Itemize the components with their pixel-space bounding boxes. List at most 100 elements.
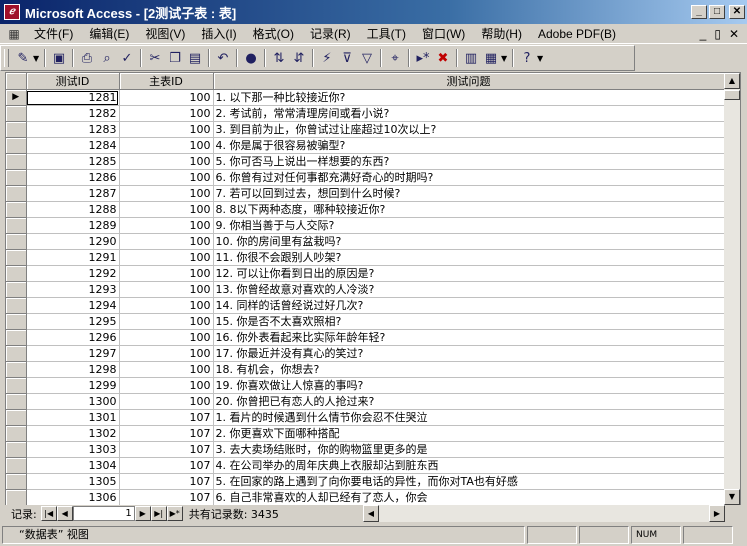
vertical-scrollbar[interactable]: ▲ ▼	[724, 73, 740, 505]
child-restore-button[interactable]: ▯	[714, 27, 721, 41]
menu-help[interactable]: 帮助(H)	[473, 25, 530, 42]
record-selector[interactable]: ▶	[6, 89, 27, 106]
close-button[interactable]: ✕	[729, 5, 745, 19]
cell-main-id[interactable]: 100	[119, 89, 214, 106]
table-row[interactable]: 1290 100 10. 你的房间里有盆栽吗?	[6, 233, 725, 250]
scroll-right-button[interactable]: ▶	[709, 505, 725, 522]
cell-test-id[interactable]: 1304	[26, 457, 120, 474]
record-selector[interactable]	[6, 489, 27, 505]
cell-test-id[interactable]: 1298	[26, 361, 120, 378]
sort-ascending-icon[interactable]: ⇅	[269, 48, 289, 68]
restore-button[interactable]: □	[709, 5, 725, 19]
paste-icon[interactable]: ▤	[185, 48, 205, 68]
cell-main-id[interactable]: 100	[119, 217, 214, 234]
cell-test-question[interactable]: 3. 到目前为止，你曾试过让座超过10次以上?	[213, 121, 725, 138]
database-window-icon[interactable]: ▥	[461, 48, 481, 68]
record-selector[interactable]	[6, 377, 27, 394]
help-icon[interactable]: ?	[517, 48, 537, 68]
current-record-input[interactable]	[72, 506, 135, 521]
cell-main-id[interactable]: 100	[119, 393, 214, 410]
table-row[interactable]: 1286 100 6. 你曾有过对任何事都充满好奇心的时期吗?	[6, 169, 725, 186]
table-row[interactable]: 1288 100 8. 8以下两种态度，哪种较接近你?	[6, 201, 725, 218]
access-key-icon[interactable]: ℯ	[4, 4, 20, 20]
cell-main-id[interactable]: 100	[119, 265, 214, 282]
cell-main-id[interactable]: 100	[119, 121, 214, 138]
cell-test-question[interactable]: 4. 你是属于很容易被骗型?	[213, 137, 725, 154]
record-selector[interactable]	[6, 201, 27, 218]
record-selector[interactable]	[6, 297, 27, 314]
cell-test-id[interactable]: 1290	[26, 233, 120, 250]
cell-main-id[interactable]: 107	[119, 473, 214, 490]
print-icon[interactable]: ⎙	[77, 48, 97, 68]
cell-test-question[interactable]: 16. 你外表看起来比实际年龄年轻?	[213, 329, 725, 346]
table-row[interactable]: 1304 107 4. 在公司举办的周年庆典上衣服却沾到脏东西	[6, 457, 725, 474]
cell-test-id[interactable]: 1300	[26, 393, 120, 410]
table-row[interactable]: 1285 100 5. 你可否马上说出一样想要的东西?	[6, 153, 725, 170]
record-selector[interactable]	[6, 105, 27, 122]
cell-test-question[interactable]: 14. 同样的话曾经说过好几次?	[213, 297, 725, 314]
copy-icon[interactable]: ❐	[165, 48, 185, 68]
record-selector[interactable]	[6, 185, 27, 202]
cell-main-id[interactable]: 100	[119, 105, 214, 122]
cell-test-id[interactable]: 1292	[26, 265, 120, 282]
cell-main-id[interactable]: 100	[119, 297, 214, 314]
table-row[interactable]: 1301 107 1. 看片的时候遇到什么情节你会忍不住哭泣	[6, 409, 725, 426]
last-record-button[interactable]: ▶|	[150, 506, 167, 521]
menu-view[interactable]: 视图(V)	[137, 25, 193, 42]
column-header-main-id[interactable]: 主表ID	[119, 73, 214, 90]
menu-format[interactable]: 格式(O)	[245, 25, 302, 42]
record-selector[interactable]	[6, 473, 27, 490]
table-row[interactable]: 1294 100 14. 同样的话曾经说过好几次?	[6, 297, 725, 314]
record-selector[interactable]	[6, 217, 27, 234]
record-selector[interactable]	[6, 169, 27, 186]
record-selector[interactable]	[6, 409, 27, 426]
cell-test-question[interactable]: 8. 8以下两种态度，哪种较接近你?	[213, 201, 725, 218]
menu-insert[interactable]: 插入(I)	[193, 25, 244, 42]
menu-window[interactable]: 窗口(W)	[414, 25, 473, 42]
insert-object-icon[interactable]: ●	[241, 48, 261, 68]
cell-test-id[interactable]: 1285	[26, 153, 120, 170]
cell-test-question[interactable]: 1. 以下那一种比较接近你?	[213, 89, 725, 106]
apply-filter-icon[interactable]: ▽	[357, 48, 377, 68]
filter-by-form-icon[interactable]: ⊽	[337, 48, 357, 68]
new-object-dropdown-icon[interactable]: ▼	[501, 54, 509, 63]
menu-file[interactable]: 文件(F)	[26, 25, 81, 42]
scroll-thumb[interactable]	[724, 90, 740, 100]
record-selector[interactable]	[6, 329, 27, 346]
save-icon[interactable]: ▣	[49, 48, 69, 68]
cell-test-question[interactable]: 19. 你喜欢做让人惊喜的事吗?	[213, 377, 725, 394]
cell-test-question[interactable]: 12. 可以让你看到日出的原因是?	[213, 265, 725, 282]
menu-tools[interactable]: 工具(T)	[359, 25, 414, 42]
table-row[interactable]: 1299 100 19. 你喜欢做让人惊喜的事吗?	[6, 377, 725, 394]
cell-test-id[interactable]: 1284	[26, 137, 120, 154]
filter-by-selection-icon[interactable]: ⚡	[317, 48, 337, 68]
cell-test-question[interactable]: 15. 你是否不太喜欢照相?	[213, 313, 725, 330]
toolbar-options-icon[interactable]: ▼	[537, 54, 545, 63]
cell-test-id[interactable]: 1301	[26, 409, 120, 426]
cell-test-question[interactable]: 9. 你相当善于与人交际?	[213, 217, 725, 234]
cell-test-question[interactable]: 18. 有机会，你想去?	[213, 361, 725, 378]
scroll-up-button[interactable]: ▲	[724, 73, 740, 89]
cell-test-id[interactable]: 1294	[26, 297, 120, 314]
cell-test-question[interactable]: 11. 你很不会跟别人吵架?	[213, 249, 725, 266]
menu-edit[interactable]: 编辑(E)	[81, 25, 137, 42]
cell-main-id[interactable]: 107	[119, 457, 214, 474]
table-row[interactable]: 1305 107 5. 在回家的路上遇到了向你要电话的异性，而你对TA也有好感	[6, 473, 725, 490]
cell-test-question[interactable]: 1. 看片的时候遇到什么情节你会忍不住哭泣	[213, 409, 725, 426]
cell-test-question[interactable]: 2. 考试前，常常清理房间或看小说?	[213, 105, 725, 122]
record-selector[interactable]	[6, 361, 27, 378]
table-row[interactable]: 1297 100 17. 你最近并没有真心的笑过?	[6, 345, 725, 362]
table-row[interactable]: 1300 100 20. 你曾把已有恋人的人抢过来?	[6, 393, 725, 410]
next-record-button[interactable]: ▶	[134, 506, 151, 521]
record-selector[interactable]	[6, 249, 27, 266]
table-row[interactable]: 1284 100 4. 你是属于很容易被骗型?	[6, 137, 725, 154]
record-selector[interactable]	[6, 153, 27, 170]
record-selector[interactable]	[6, 441, 27, 458]
new-record-icon[interactable]: ▸*	[413, 48, 433, 68]
cell-main-id[interactable]: 107	[119, 409, 214, 426]
child-close-button[interactable]: ✕	[729, 27, 739, 41]
cell-main-id[interactable]: 100	[119, 345, 214, 362]
find-icon[interactable]: ⌖	[385, 48, 405, 68]
record-selector[interactable]	[6, 345, 27, 362]
cell-test-question[interactable]: 6. 自己非常喜欢的人却已经有了恋人，你会	[213, 489, 725, 505]
